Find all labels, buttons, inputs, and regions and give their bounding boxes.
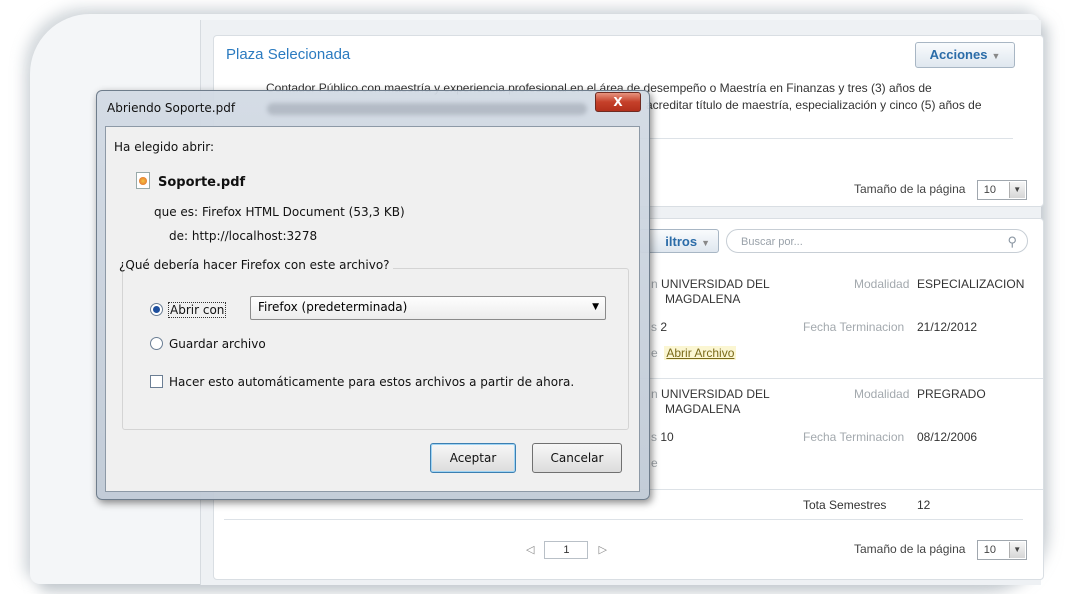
total-semesters-label: Tota Semestres [803,498,887,512]
checkbox-icon [150,375,163,388]
fecha-value: 21/12/2012 [917,320,978,334]
file-icon [136,172,150,189]
label-fragment: e [651,456,658,470]
file-name-text: Soporte.pdf [158,175,246,190]
from-label: de: [169,229,189,243]
pager: ◁ 1 ▷ [526,541,607,559]
auto-label: Hacer esto automáticamente para estos ar… [169,375,575,389]
prev-page-icon[interactable]: ◁ [526,544,534,556]
chevron-down-icon: ▼ [1008,542,1025,558]
actions-label: Acciones [929,47,988,62]
chevron-down-icon: ▼ [701,238,710,248]
save-file-option[interactable]: Guardar archivo [150,337,266,351]
semesters-value: 10 [660,430,674,444]
fecha-label: Fecha Terminacion [803,430,905,444]
total-semesters-value: 12 [917,498,931,512]
modalidad-value: ESPECIALIZACION [917,277,1025,291]
type-label: que es: [154,205,199,219]
record-1-semesters: s 2 [651,320,667,335]
dialog-body: Ha elegido abrir: Soporte.pdf que es: Fi… [105,126,640,492]
save-file-label: Guardar archivo [169,337,266,351]
chevron-down-icon: ▼ [592,302,599,312]
accept-button[interactable]: Aceptar [430,443,516,473]
close-button[interactable]: X [595,92,641,112]
type-value: Firefox HTML Document (53,3 KB) [201,205,405,219]
open-with-value: Firefox (predeterminada) [258,300,408,314]
page-size-select[interactable]: 10 ▼ [976,180,1027,200]
search-icon: ⚲ [1007,234,1017,249]
file-source: de: http://localhost:3278 [169,229,317,243]
label-fragment: n [651,277,658,291]
file-name: Soporte.pdf [136,172,245,190]
chevron-down-icon: ▼ [991,51,1001,61]
fecha-label: Fecha Terminacion [803,320,905,334]
page-number-input[interactable]: 1 [544,541,589,559]
record-1-file: e Abrir Archivo [651,346,737,361]
chose-open-label: Ha elegido abrir: [114,140,215,154]
open-file-link[interactable]: Abrir Archivo [664,346,737,360]
page-size-value: 10 [983,184,997,196]
university-line-2: MAGDALENA [665,402,741,416]
label-fragment: e [651,346,658,360]
page-size-control: Tamaño de la página 10 ▼ [854,540,1027,560]
cancel-button[interactable]: Cancelar [532,443,622,473]
action-question: ¿Qué debería hacer Firefox con este arch… [116,258,393,272]
actions-button[interactable]: Acciones ▼ [915,42,1015,68]
record-1-university: n UNIVERSIDAD DEL MAGDALENA [651,277,770,307]
label-fragment: n [651,387,658,401]
search-input[interactable]: Buscar por... ⚲ [726,229,1028,253]
label-fragment: s [651,320,657,334]
page-size-select[interactable]: 10 ▼ [976,540,1027,560]
open-with-option[interactable]: Abrir con [150,302,227,318]
next-page-icon[interactable]: ▷ [598,544,606,556]
from-value: http://localhost:3278 [191,229,318,243]
record-2-semesters: s 10 [651,430,674,445]
fecha-value: 08/12/2006 [917,430,978,444]
page-size-label: Tamaño de la página [854,182,966,197]
open-with-select[interactable]: Firefox (predeterminada) ▼ [250,296,606,320]
divider [224,519,1023,520]
dialog-title: Abriendo Soporte.pdf [107,101,236,115]
filters-label: iltros [665,234,698,249]
auto-checkbox[interactable]: Hacer esto automáticamente para estos ar… [150,375,574,389]
modalidad-label: Modalidad [854,387,910,401]
chevron-down-icon: ▼ [1008,182,1025,198]
panel-title: Plaza Selecionada [226,46,351,63]
label-fragment: s [651,430,657,444]
university-line-1: UNIVERSIDAD DEL [661,277,770,291]
search-placeholder: Buscar por... [741,236,803,248]
modalidad-value: PREGRADO [917,387,986,401]
semesters-value: 2 [660,320,668,334]
blurred-background [267,103,587,115]
radio-selected-icon [150,303,163,316]
open-file-dialog: Abriendo Soporte.pdf X Ha elegido abrir:… [96,90,650,500]
university-line-1: UNIVERSIDAD DEL [661,387,770,401]
radio-icon [150,337,163,350]
open-with-label: Abrir con [167,302,227,318]
modalidad-label: Modalidad [854,277,910,291]
page-size-control: Tamaño de la página 10 ▼ [854,180,1027,200]
filters-button[interactable]: iltros ▼ [639,229,719,253]
file-type: que es: Firefox HTML Document (53,3 KB) [154,205,405,219]
page-size-value: 10 [983,544,997,556]
divider [634,378,1043,379]
university-line-2: MAGDALENA [665,292,741,306]
page-size-label: Tamaño de la página [854,542,966,557]
record-2-university: n UNIVERSIDAD DEL MAGDALENA [651,387,770,417]
